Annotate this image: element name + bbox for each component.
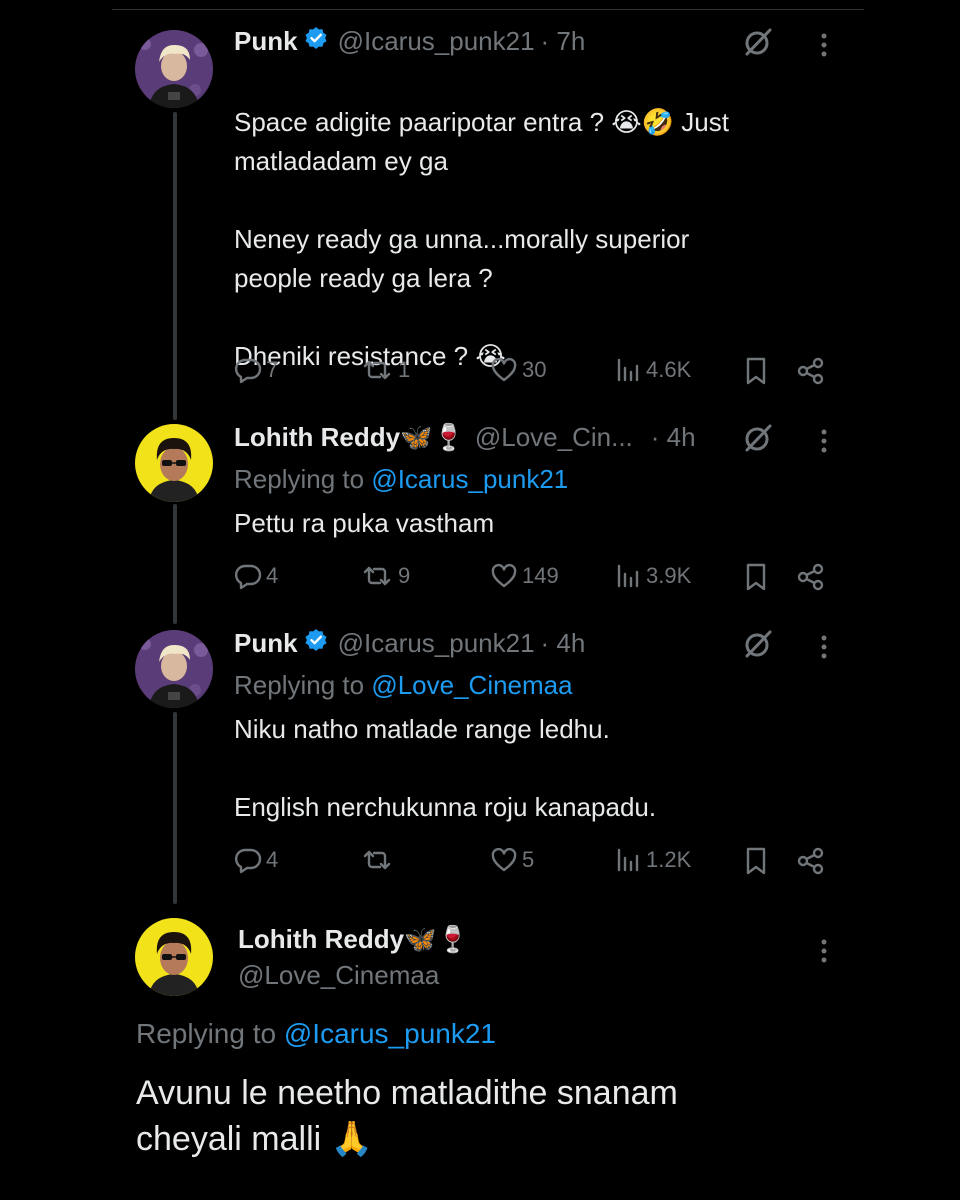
repost-button[interactable] <box>360 846 398 874</box>
author-handle[interactable]: @Icarus_punk21 <box>338 26 535 57</box>
replying-to-link[interactable]: @Icarus_punk21 <box>371 464 568 494</box>
more-options-icon[interactable] <box>818 428 830 459</box>
main-author-name[interactable]: Lohith Reddy🦋🍷 <box>238 924 469 955</box>
avatar-punk[interactable] <box>135 30 213 108</box>
thread-line <box>173 712 177 904</box>
reply-count: 7 <box>266 357 279 382</box>
tweet-actions: 4 9 149 3.9K <box>234 562 834 592</box>
verified-badge-icon <box>304 26 328 57</box>
main-tweet-text: Avunu le neetho matladithe snanam cheyal… <box>136 1074 678 1158</box>
replying-to: Replying to @Icarus_punk21 <box>136 1018 496 1050</box>
thread-line <box>173 112 177 420</box>
reply-count: 4 <box>266 563 279 588</box>
like-count: 149 <box>522 563 559 588</box>
like-button[interactable]: 5 <box>490 846 534 874</box>
verified-badge-icon <box>304 628 328 659</box>
more-options-icon[interactable] <box>818 634 830 665</box>
views-count: 3.9K <box>646 563 692 588</box>
replying-to-label: Replying to <box>234 670 372 700</box>
timestamp[interactable]: · 4h <box>541 628 586 659</box>
tweet-header: Punk @Icarus_punk21 · 4h <box>234 628 585 659</box>
avatar-lohith[interactable] <box>135 918 213 996</box>
reply-button[interactable]: 4 <box>234 846 278 874</box>
bookmark-icon <box>744 562 768 592</box>
replying-to: Replying to @Icarus_punk21 <box>234 464 568 495</box>
like-icon <box>490 356 518 384</box>
tweet-text: Space adigite paaripotar entra ? 😭🤣 Just… <box>234 64 834 376</box>
views-icon <box>616 562 642 590</box>
reply-icon <box>234 846 262 874</box>
like-button[interactable]: 30 <box>490 356 546 384</box>
repost-button[interactable]: 1 <box>360 356 410 384</box>
reply-icon <box>234 562 262 590</box>
repost-count: 9 <box>398 563 411 588</box>
views-icon <box>616 846 642 874</box>
replying-to-label: Replying to <box>136 1018 284 1049</box>
tweet-header: Lohith Reddy🦋🍷 @Love_Cin... · 4h <box>234 422 696 453</box>
share-icon <box>796 356 826 386</box>
bookmark-icon <box>744 356 768 386</box>
replying-to-label: Replying to <box>234 464 372 494</box>
reply-count: 4 <box>266 847 279 872</box>
more-options-icon[interactable] <box>818 32 830 63</box>
like-count: 5 <box>522 847 535 872</box>
top-divider <box>112 9 864 10</box>
avatar-punk[interactable] <box>135 630 213 708</box>
author-handle[interactable]: @Love_Cin... <box>475 422 633 453</box>
author-handle[interactable]: @Icarus_punk21 <box>338 628 535 659</box>
repost-icon <box>360 562 394 590</box>
tweet-header: Punk @Icarus_punk21 · 7h <box>234 26 585 57</box>
author-name[interactable]: Punk <box>234 628 298 659</box>
main-author-handle[interactable]: @Love_Cinemaa <box>238 960 439 991</box>
share-button[interactable] <box>796 846 826 876</box>
views-icon <box>616 356 642 384</box>
grok-icon[interactable] <box>742 422 774 459</box>
avatar-lohith[interactable] <box>135 424 213 502</box>
bookmark-icon <box>744 846 768 876</box>
bookmark-button[interactable] <box>744 356 768 386</box>
reply-button[interactable]: 4 <box>234 562 278 590</box>
repost-count: 1 <box>398 357 411 382</box>
repost-icon <box>360 356 394 384</box>
more-options-icon[interactable] <box>818 938 830 969</box>
share-icon <box>796 562 826 592</box>
views-count: 1.2K <box>646 847 692 872</box>
thread-line <box>173 504 177 624</box>
like-icon <box>490 846 518 874</box>
author-name[interactable]: Lohith Reddy🦋🍷 <box>234 422 465 453</box>
bookmark-button[interactable] <box>744 562 768 592</box>
views-count: 4.6K <box>646 357 692 382</box>
like-button[interactable]: 149 <box>490 562 559 590</box>
reply-button[interactable]: 7 <box>234 356 278 384</box>
grok-icon[interactable] <box>742 26 774 63</box>
timestamp[interactable]: · 4h <box>651 422 696 453</box>
timestamp[interactable]: · 7h <box>541 26 586 57</box>
share-button[interactable] <box>796 356 826 386</box>
replying-to: Replying to @Love_Cinemaa <box>234 670 573 701</box>
replying-to-link[interactable]: @Love_Cinemaa <box>371 670 572 700</box>
repost-icon <box>360 846 394 874</box>
views-button[interactable]: 3.9K <box>616 562 691 590</box>
author-name[interactable]: Punk <box>234 26 298 57</box>
bookmark-button[interactable] <box>744 846 768 876</box>
grok-icon[interactable] <box>742 628 774 665</box>
tweet-actions: 4 5 1.2K <box>234 846 834 876</box>
tweet-actions: 7 1 30 4.6K <box>234 356 834 386</box>
reply-icon <box>234 356 262 384</box>
like-icon <box>490 562 518 590</box>
tweet-text: Niku natho matlade range ledhu. English … <box>234 714 657 822</box>
replying-to-link[interactable]: @Icarus_punk21 <box>284 1018 496 1049</box>
tweet-text-rest: matladadam ey ga Neney ready ga unna...m… <box>234 146 690 371</box>
like-count: 30 <box>522 357 547 382</box>
tweet-text: Pettu ra puka vastham <box>234 508 495 538</box>
tweet-text-line: Space adigite paaripotar entra ? 😭🤣 Just <box>234 107 729 137</box>
share-button[interactable] <box>796 562 826 592</box>
share-icon <box>796 846 826 876</box>
views-button[interactable]: 4.6K <box>616 356 691 384</box>
repost-button[interactable]: 9 <box>360 562 410 590</box>
views-button[interactable]: 1.2K <box>616 846 691 874</box>
